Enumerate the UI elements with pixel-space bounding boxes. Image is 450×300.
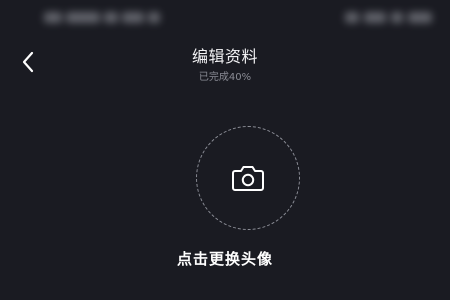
page-title: 编辑资料 — [191, 47, 258, 66]
navigation-bar: 编辑资料 已完成40% — [0, 36, 450, 92]
status-bar-right-blurred — [322, 9, 432, 25]
status-bar — [0, 0, 450, 36]
completion-status: 已完成40% — [198, 72, 252, 83]
status-bar-left-blurred — [44, 9, 184, 25]
camera-icon — [231, 164, 265, 192]
title-block: 编辑资料 已完成40% — [0, 46, 450, 85]
change-avatar-label[interactable]: 点击更换头像 — [0, 248, 450, 269]
avatar-upload-button[interactable] — [196, 126, 300, 230]
